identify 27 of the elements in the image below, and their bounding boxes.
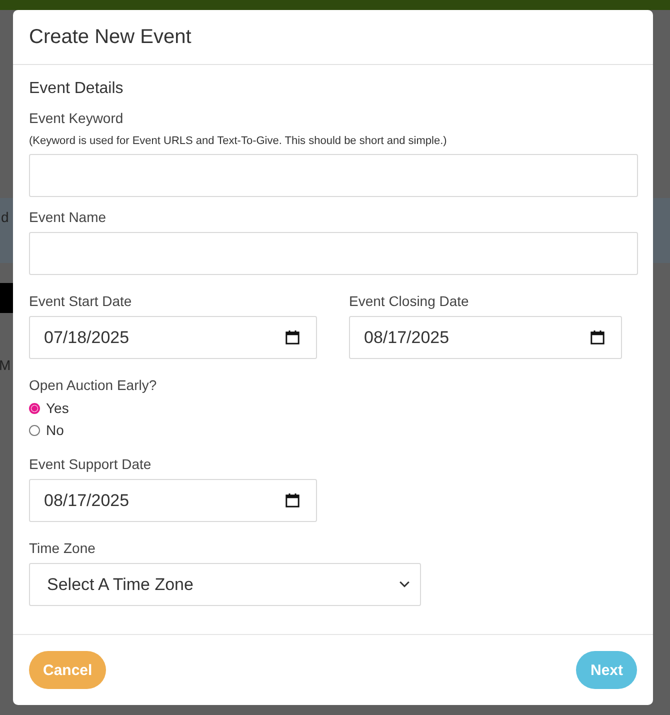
background-text: M xyxy=(0,357,11,373)
field-hint: (Keyword is used for Event URLS and Text-To-Give. This should be short and simple.) xyxy=(29,135,447,147)
field-label: Event Start Date xyxy=(29,293,132,309)
radio-button[interactable] xyxy=(29,402,40,414)
input-field[interactable] xyxy=(29,232,638,275)
dark-bar xyxy=(0,283,14,313)
field-label: Event Closing Date xyxy=(349,293,469,309)
dialog-title: Create New Event xyxy=(29,26,192,48)
field-label: Event Support Date xyxy=(29,456,152,472)
field-label: Open Auction Early? xyxy=(29,377,157,393)
radio-button[interactable] xyxy=(29,424,40,436)
calendar-icon[interactable] xyxy=(285,493,300,508)
date-field[interactable]: 08/17/2025 xyxy=(349,316,622,359)
chevron-down-icon xyxy=(399,581,410,588)
date-field[interactable]: 08/17/2025 xyxy=(29,479,317,522)
date-field[interactable]: 07/18/2025 xyxy=(29,316,317,359)
radio-option[interactable]: No xyxy=(29,422,69,438)
input-field[interactable] xyxy=(29,154,638,197)
section-title: Event Details xyxy=(29,80,124,98)
radio-option[interactable]: Yes xyxy=(29,400,69,416)
field-label: Event Name xyxy=(29,209,106,225)
calendar-icon[interactable] xyxy=(590,330,605,345)
calendar-icon[interactable] xyxy=(285,330,300,345)
field-label: Event Keyword xyxy=(29,110,124,126)
background-text: d xyxy=(1,209,9,225)
field-label: Time Zone xyxy=(29,540,96,556)
time-zone-dropdown[interactable]: Select A Time Zone xyxy=(29,563,421,606)
